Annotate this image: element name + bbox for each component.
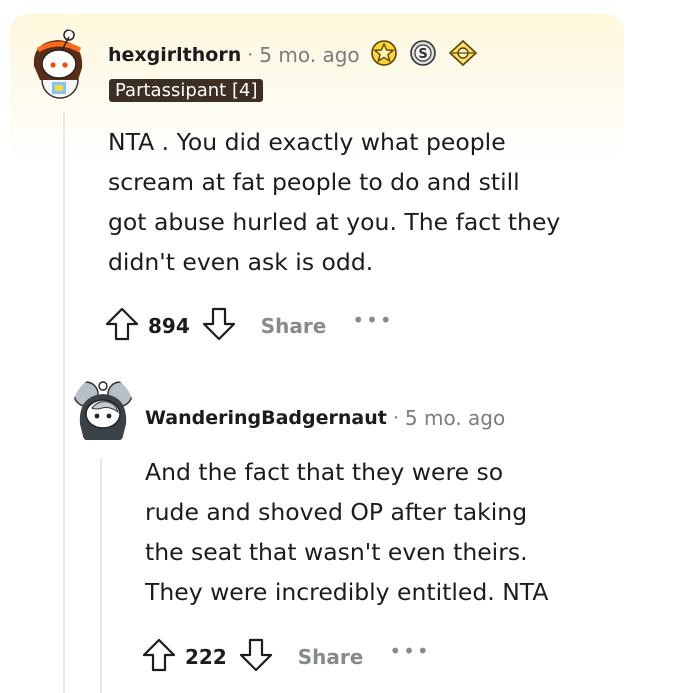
- silver-award-icon[interactable]: S: [408, 38, 438, 72]
- reply-body-line: rude and shoved OP after taking: [145, 498, 528, 526]
- reply-more-options-button[interactable]: •••: [389, 639, 430, 663]
- username[interactable]: hexgirlthorn: [108, 44, 241, 66]
- more-options-button[interactable]: •••: [352, 308, 393, 332]
- helpful-award-icon[interactable]: [447, 38, 479, 72]
- reply-timestamp[interactable]: 5 mo. ago: [405, 406, 505, 430]
- thread-line-comment[interactable]: [63, 112, 65, 693]
- comment-body-line: got abuse hurled at you. The fact they: [108, 208, 561, 236]
- reply-body-line: They were incredibly entitled. NTA: [145, 578, 549, 606]
- reply-body-line: the seat that wasn't even theirs.: [145, 538, 528, 566]
- reply-vote-count: 222: [185, 645, 227, 669]
- comment-body-line: didn't even ask is odd.: [108, 248, 374, 276]
- avatar[interactable]: [28, 28, 92, 100]
- timestamp[interactable]: 5 mo. ago: [259, 43, 359, 67]
- downvote-icon[interactable]: [238, 637, 274, 677]
- svg-text:S: S: [418, 47, 427, 62]
- reply-share-button[interactable]: Share: [298, 645, 364, 669]
- reply-body: And the fact that they were so rude and …: [145, 452, 548, 612]
- reply-username[interactable]: WanderingBadgernaut: [145, 407, 387, 429]
- comment-meta: hexgirlthorn · 5 mo. ago S: [108, 38, 479, 72]
- meta-separator: ·: [247, 44, 254, 66]
- comment-actions: 894 Share •••: [104, 306, 394, 346]
- reply-actions: 222 Share •••: [141, 637, 431, 677]
- vote-count: 894: [148, 314, 190, 338]
- reply-avatar[interactable]: [72, 376, 134, 446]
- comment-body: NTA . You did exactly what people scream…: [108, 122, 560, 282]
- downvote-icon[interactable]: [201, 306, 237, 346]
- thread-line-reply[interactable]: [100, 458, 102, 693]
- upvote-icon[interactable]: [104, 306, 140, 346]
- star-award-icon[interactable]: [369, 38, 399, 72]
- user-flair: Partassipant [4]: [109, 79, 264, 102]
- comment-body-line: scream at fat people to do and still: [108, 168, 520, 196]
- reply-body-line: And the fact that they were so: [145, 458, 504, 486]
- meta-separator: ·: [392, 407, 399, 429]
- upvote-icon[interactable]: [141, 637, 177, 677]
- comment-body-line: NTA . You did exactly what people: [108, 128, 506, 156]
- share-button[interactable]: Share: [261, 314, 327, 338]
- reply-meta: WanderingBadgernaut · 5 mo. ago: [145, 406, 505, 430]
